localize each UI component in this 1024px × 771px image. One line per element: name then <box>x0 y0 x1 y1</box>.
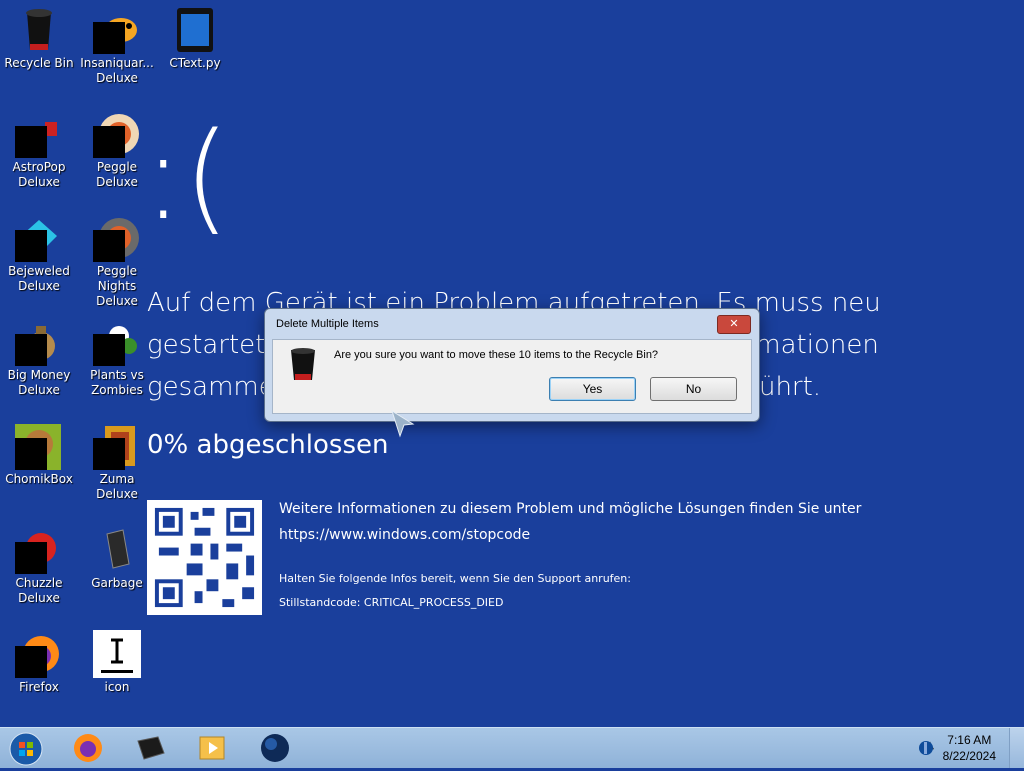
desktop-icon-label: Zuma Deluxe <box>96 472 138 501</box>
desktop-icon-zuma[interactable]: Zuma Deluxe <box>78 416 156 502</box>
desktop-icon-recycle-bin[interactable]: Recycle Bin <box>0 0 78 71</box>
hamster-icon <box>15 422 63 470</box>
fish-icon <box>93 6 141 54</box>
desktop-icon-label: icon <box>104 680 130 694</box>
desktop-icon-big-money[interactable]: Big Money Deluxe <box>0 312 78 398</box>
peggle-nights-icon <box>93 214 141 262</box>
yes-button[interactable]: Yes <box>549 377 636 401</box>
redacted-block <box>15 126 47 158</box>
recycle-bin-icon <box>287 346 319 388</box>
stopcode-text: Stillstandcode: CRITICAL_PROCESS_DIED <box>279 596 504 609</box>
desktop-icon-label: Bejeweled Deluxe <box>8 264 70 293</box>
clock[interactable]: 7:16 AM 8/22/2024 <box>943 732 996 764</box>
bsod-progress: 0% abgeschlossen <box>147 430 389 460</box>
desktop-icon-label: Plants vs Zombies <box>90 368 144 397</box>
desktop-icon-plants-vs-zombies[interactable]: Plants vs Zombies <box>78 312 156 398</box>
redacted-block <box>93 230 125 262</box>
dialog-titlebar[interactable]: Delete Multiple Items ✕ <box>265 309 759 339</box>
show-desktop-button[interactable] <box>1009 728 1024 768</box>
redacted-block <box>15 438 47 470</box>
start-orb-icon[interactable] <box>8 731 43 766</box>
redacted-block <box>93 126 125 158</box>
qr-code <box>147 500 262 615</box>
money-bag-icon <box>15 318 63 366</box>
desktop-icon-insaniquarium[interactable]: Insaniquar... Deluxe <box>78 0 156 86</box>
desktop-icon-firefox[interactable]: Firefox <box>0 624 78 695</box>
desktop-icon-label: Chuzzle Deluxe <box>15 576 63 605</box>
desktop-icon-label: Peggle Nights Deluxe <box>96 264 138 308</box>
text-cursor-icon <box>93 630 141 678</box>
desktop-icon-label: Recycle Bin <box>4 56 74 70</box>
desktop-icon-astropop[interactable]: AstroPop Deluxe <box>0 104 78 190</box>
redacted-block <box>15 542 47 574</box>
support-text: Halten Sie folgende Infos bereit, wenn S… <box>279 572 631 585</box>
garbage-icon[interactable] <box>134 731 168 765</box>
sad-face: :( <box>143 108 231 247</box>
clock-date: 8/22/2024 <box>942 749 996 763</box>
desktop-icon-label: AstroPop Deluxe <box>12 160 66 189</box>
chuzzle-icon <box>15 526 63 574</box>
redacted-block <box>93 334 125 366</box>
info-text: Weitere Informationen zu diesem Problem … <box>279 501 862 517</box>
media-player-icon[interactable] <box>196 731 230 765</box>
zuma-icon <box>93 422 141 470</box>
dialog-title: Delete Multiple Items <box>276 318 379 330</box>
no-button[interactable]: No <box>650 377 737 401</box>
redacted-block <box>93 22 125 54</box>
desktop-icon-ctext[interactable]: CText.py <box>156 0 234 71</box>
desktop-icon-chomikbox[interactable]: ChomikBox <box>0 416 78 487</box>
desktop-icon-label: Big Money Deluxe <box>7 368 71 397</box>
desktop-icon-label: CText.py <box>169 56 221 70</box>
desktop-icon-chuzzle[interactable]: Chuzzle Deluxe <box>0 520 78 606</box>
firefox-icon[interactable] <box>71 731 105 765</box>
globe-icon[interactable] <box>258 731 292 765</box>
desktop-icon-icon[interactable]: icon <box>78 624 156 695</box>
taskbar: ▲ 7:16 AM 8/22/2024 <box>0 727 1024 768</box>
desktop-icon-label: Firefox <box>19 680 59 694</box>
redacted-block <box>15 646 47 678</box>
astropop-icon <box>15 110 63 158</box>
desktop-icon-label: Garbage <box>91 576 143 590</box>
redacted-block <box>15 334 47 366</box>
desktop-icon-bejeweled[interactable]: Bejeweled Deluxe <box>0 208 78 294</box>
peggle-icon <box>93 110 141 158</box>
bsod-info: Weitere Informationen zu diesem Problem … <box>279 496 861 548</box>
recycle-bin-icon <box>15 6 63 54</box>
desktop-icon-label: Insaniquar... Deluxe <box>80 56 154 85</box>
delete-dialog: Delete Multiple Items ✕ Are you sure you… <box>264 308 760 422</box>
desktop-icon-label: ChomikBox <box>5 472 73 486</box>
plant-icon <box>93 318 141 366</box>
redacted-block <box>15 230 47 262</box>
bsod-support: Halten Sie folgende Infos bereit, wenn S… <box>279 567 631 615</box>
redacted-block <box>93 438 125 470</box>
dialog-body: Are you sure you want to move these 10 i… <box>272 339 752 414</box>
bejeweled-icon <box>15 214 63 262</box>
dialog-message: Are you sure you want to move these 10 i… <box>334 349 659 361</box>
network-icon[interactable] <box>916 738 936 762</box>
garbage-icon <box>93 526 141 574</box>
info-url: https://www.windows.com/stopcode <box>279 527 531 543</box>
close-button[interactable]: ✕ <box>717 315 751 334</box>
firefox-icon <box>15 630 63 678</box>
file-icon <box>171 6 219 54</box>
desktop-icon-garbage[interactable]: Garbage <box>78 520 156 591</box>
mouse-cursor-icon <box>391 409 415 442</box>
clock-time: 7:16 AM <box>947 733 992 747</box>
